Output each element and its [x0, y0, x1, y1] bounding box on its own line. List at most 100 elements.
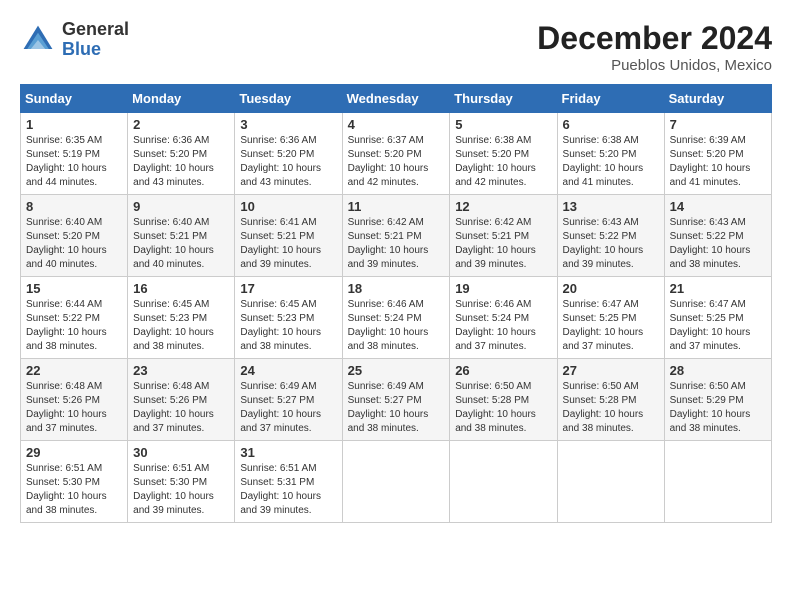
daylight-label: Daylight: 10 hours and 38 minutes.	[26, 491, 107, 516]
day-number: 24	[240, 363, 336, 378]
day-info: Sunrise: 6:51 AM Sunset: 5:30 PM Dayligh…	[133, 462, 229, 518]
day-cell-8: 8 Sunrise: 6:40 AM Sunset: 5:20 PM Dayli…	[21, 195, 128, 277]
sunset-label: Sunset: 5:28 PM	[563, 395, 637, 406]
day-info: Sunrise: 6:39 AM Sunset: 5:20 PM Dayligh…	[670, 134, 766, 190]
sunrise-label: Sunrise: 6:46 AM	[348, 299, 424, 310]
day-number: 25	[348, 363, 445, 378]
day-number: 3	[240, 117, 336, 132]
col-sunday: Sunday	[21, 85, 128, 113]
day-cell-23: 23 Sunrise: 6:48 AM Sunset: 5:26 PM Dayl…	[128, 359, 235, 441]
sunset-label: Sunset: 5:25 PM	[670, 313, 744, 324]
day-info: Sunrise: 6:48 AM Sunset: 5:26 PM Dayligh…	[133, 380, 229, 436]
day-number: 4	[348, 117, 445, 132]
sunset-label: Sunset: 5:21 PM	[455, 231, 529, 242]
day-cell-9: 9 Sunrise: 6:40 AM Sunset: 5:21 PM Dayli…	[128, 195, 235, 277]
sunrise-label: Sunrise: 6:38 AM	[455, 135, 531, 146]
day-info: Sunrise: 6:50 AM Sunset: 5:29 PM Dayligh…	[670, 380, 766, 436]
day-info: Sunrise: 6:42 AM Sunset: 5:21 PM Dayligh…	[455, 216, 551, 272]
day-cell-5: 5 Sunrise: 6:38 AM Sunset: 5:20 PM Dayli…	[450, 113, 557, 195]
sunrise-label: Sunrise: 6:43 AM	[563, 217, 639, 228]
sunrise-label: Sunrise: 6:51 AM	[26, 463, 102, 474]
day-cell-6: 6 Sunrise: 6:38 AM Sunset: 5:20 PM Dayli…	[557, 113, 664, 195]
day-cell-3: 3 Sunrise: 6:36 AM Sunset: 5:20 PM Dayli…	[235, 113, 342, 195]
logo: General Blue	[20, 20, 129, 60]
day-cell-10: 10 Sunrise: 6:41 AM Sunset: 5:21 PM Dayl…	[235, 195, 342, 277]
day-number: 27	[563, 363, 659, 378]
calendar-week-5: 29 Sunrise: 6:51 AM Sunset: 5:30 PM Dayl…	[21, 441, 772, 523]
day-info: Sunrise: 6:37 AM Sunset: 5:20 PM Dayligh…	[348, 134, 445, 190]
sunrise-label: Sunrise: 6:36 AM	[240, 135, 316, 146]
sunset-label: Sunset: 5:24 PM	[455, 313, 529, 324]
sunset-label: Sunset: 5:26 PM	[26, 395, 100, 406]
sunset-label: Sunset: 5:26 PM	[133, 395, 207, 406]
daylight-label: Daylight: 10 hours and 39 minutes.	[563, 245, 644, 270]
day-number: 1	[26, 117, 122, 132]
daylight-label: Daylight: 10 hours and 40 minutes.	[26, 245, 107, 270]
sunset-label: Sunset: 5:27 PM	[348, 395, 422, 406]
day-number: 10	[240, 199, 336, 214]
day-cell-11: 11 Sunrise: 6:42 AM Sunset: 5:21 PM Dayl…	[342, 195, 450, 277]
daylight-label: Daylight: 10 hours and 39 minutes.	[240, 245, 321, 270]
sunset-label: Sunset: 5:20 PM	[348, 149, 422, 160]
calendar-table: Sunday Monday Tuesday Wednesday Thursday…	[20, 84, 772, 523]
day-cell-28: 28 Sunrise: 6:50 AM Sunset: 5:29 PM Dayl…	[664, 359, 771, 441]
calendar-week-1: 1 Sunrise: 6:35 AM Sunset: 5:19 PM Dayli…	[21, 113, 772, 195]
day-info: Sunrise: 6:38 AM Sunset: 5:20 PM Dayligh…	[563, 134, 659, 190]
day-info: Sunrise: 6:40 AM Sunset: 5:20 PM Dayligh…	[26, 216, 122, 272]
day-number: 14	[670, 199, 766, 214]
sunset-label: Sunset: 5:22 PM	[563, 231, 637, 242]
day-info: Sunrise: 6:44 AM Sunset: 5:22 PM Dayligh…	[26, 298, 122, 354]
calendar-week-2: 8 Sunrise: 6:40 AM Sunset: 5:20 PM Dayli…	[21, 195, 772, 277]
day-info: Sunrise: 6:46 AM Sunset: 5:24 PM Dayligh…	[455, 298, 551, 354]
daylight-label: Daylight: 10 hours and 38 minutes.	[133, 327, 214, 352]
day-number: 20	[563, 281, 659, 296]
day-number: 28	[670, 363, 766, 378]
day-cell-27: 27 Sunrise: 6:50 AM Sunset: 5:28 PM Dayl…	[557, 359, 664, 441]
daylight-label: Daylight: 10 hours and 39 minutes.	[240, 491, 321, 516]
day-cell-14: 14 Sunrise: 6:43 AM Sunset: 5:22 PM Dayl…	[664, 195, 771, 277]
daylight-label: Daylight: 10 hours and 37 minutes.	[670, 327, 751, 352]
day-number: 15	[26, 281, 122, 296]
daylight-label: Daylight: 10 hours and 37 minutes.	[26, 409, 107, 434]
empty-cell	[664, 441, 771, 523]
daylight-label: Daylight: 10 hours and 38 minutes.	[670, 245, 751, 270]
sunset-label: Sunset: 5:20 PM	[240, 149, 314, 160]
day-number: 22	[26, 363, 122, 378]
day-cell-2: 2 Sunrise: 6:36 AM Sunset: 5:20 PM Dayli…	[128, 113, 235, 195]
col-monday: Monday	[128, 85, 235, 113]
day-number: 8	[26, 199, 122, 214]
sunrise-label: Sunrise: 6:49 AM	[348, 381, 424, 392]
logo-icon	[20, 22, 56, 58]
day-number: 19	[455, 281, 551, 296]
col-wednesday: Wednesday	[342, 85, 450, 113]
day-number: 30	[133, 445, 229, 460]
day-info: Sunrise: 6:46 AM Sunset: 5:24 PM Dayligh…	[348, 298, 445, 354]
day-number: 9	[133, 199, 229, 214]
sunset-label: Sunset: 5:20 PM	[455, 149, 529, 160]
sunrise-label: Sunrise: 6:47 AM	[670, 299, 746, 310]
day-info: Sunrise: 6:43 AM Sunset: 5:22 PM Dayligh…	[670, 216, 766, 272]
empty-cell	[557, 441, 664, 523]
day-cell-16: 16 Sunrise: 6:45 AM Sunset: 5:23 PM Dayl…	[128, 277, 235, 359]
day-info: Sunrise: 6:49 AM Sunset: 5:27 PM Dayligh…	[240, 380, 336, 436]
daylight-label: Daylight: 10 hours and 44 minutes.	[26, 163, 107, 188]
day-info: Sunrise: 6:45 AM Sunset: 5:23 PM Dayligh…	[240, 298, 336, 354]
sunset-label: Sunset: 5:20 PM	[133, 149, 207, 160]
day-info: Sunrise: 6:40 AM Sunset: 5:21 PM Dayligh…	[133, 216, 229, 272]
sunset-label: Sunset: 5:21 PM	[348, 231, 422, 242]
day-cell-12: 12 Sunrise: 6:42 AM Sunset: 5:21 PM Dayl…	[450, 195, 557, 277]
sunrise-label: Sunrise: 6:45 AM	[133, 299, 209, 310]
day-number: 18	[348, 281, 445, 296]
day-info: Sunrise: 6:45 AM Sunset: 5:23 PM Dayligh…	[133, 298, 229, 354]
daylight-label: Daylight: 10 hours and 41 minutes.	[563, 163, 644, 188]
day-cell-4: 4 Sunrise: 6:37 AM Sunset: 5:20 PM Dayli…	[342, 113, 450, 195]
sunset-label: Sunset: 5:22 PM	[26, 313, 100, 324]
daylight-label: Daylight: 10 hours and 43 minutes.	[240, 163, 321, 188]
day-number: 2	[133, 117, 229, 132]
sunrise-label: Sunrise: 6:38 AM	[563, 135, 639, 146]
day-number: 26	[455, 363, 551, 378]
day-cell-31: 31 Sunrise: 6:51 AM Sunset: 5:31 PM Dayl…	[235, 441, 342, 523]
daylight-label: Daylight: 10 hours and 39 minutes.	[133, 491, 214, 516]
sunrise-label: Sunrise: 6:35 AM	[26, 135, 102, 146]
daylight-label: Daylight: 10 hours and 40 minutes.	[133, 245, 214, 270]
